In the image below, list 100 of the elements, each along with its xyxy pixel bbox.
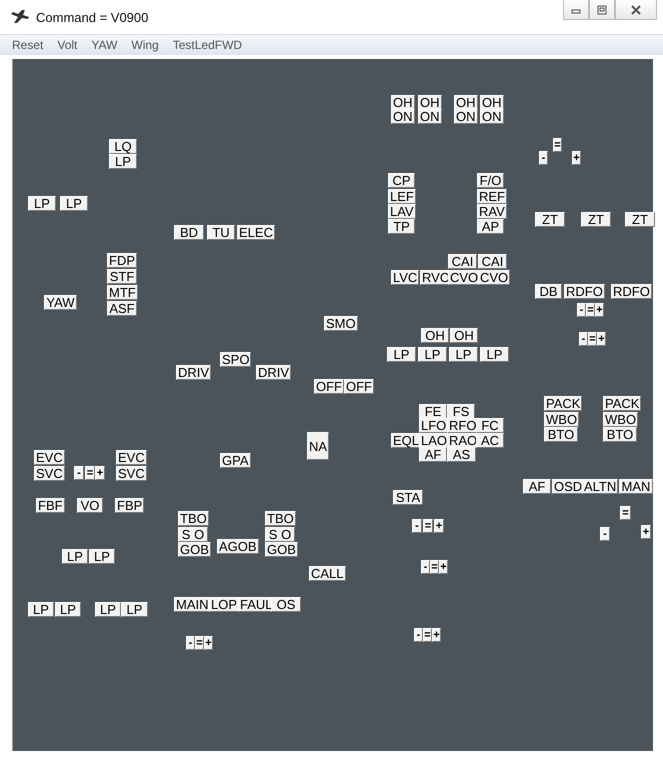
adjust-button[interactable]: = bbox=[586, 303, 595, 317]
adjust-button[interactable]: = bbox=[195, 636, 204, 650]
indicator-label: EVC bbox=[116, 450, 147, 465]
adjust-button[interactable]: + bbox=[434, 519, 444, 533]
menu-item[interactable]: Wing bbox=[127, 38, 165, 52]
indicator-label: OH bbox=[391, 95, 414, 110]
indicator-label: OH bbox=[421, 328, 449, 343]
indicator-label: CP bbox=[388, 173, 415, 188]
indicator-label: REF bbox=[477, 189, 507, 204]
indicator-label: LAV bbox=[388, 204, 416, 219]
adjust-button[interactable]: = bbox=[620, 506, 631, 520]
indicator-label: LP bbox=[480, 347, 509, 362]
indicator-label: OS bbox=[271, 597, 301, 612]
indicator-label: PACK bbox=[603, 396, 642, 411]
indicator-label: LP bbox=[55, 602, 81, 617]
indicator-label: ASF bbox=[107, 301, 137, 316]
indicator-label: FBF bbox=[36, 498, 65, 513]
adjust-button[interactable]: - bbox=[579, 332, 588, 346]
indicator-label: ZT bbox=[535, 212, 565, 227]
indicator-label: EQL bbox=[391, 433, 422, 448]
indicator-label: FDP bbox=[107, 253, 137, 268]
indicator-label: STF bbox=[107, 269, 137, 284]
adjust-button[interactable]: = bbox=[423, 628, 432, 642]
indicator-label: OH bbox=[450, 328, 478, 343]
adjust-button[interactable]: - bbox=[600, 527, 610, 541]
close-icon bbox=[630, 4, 642, 14]
indicator-label: ZT bbox=[581, 212, 611, 227]
minimize-button[interactable] bbox=[563, 0, 589, 20]
menu-item[interactable]: Reset bbox=[8, 38, 50, 52]
indicator-label: F/O bbox=[477, 173, 504, 188]
indicator-label: LP bbox=[449, 347, 478, 362]
indicator-label: ON bbox=[391, 109, 414, 124]
indicator-label: CAI bbox=[478, 254, 507, 269]
indicator-label: VO bbox=[77, 498, 103, 513]
adjust-button[interactable]: - bbox=[74, 466, 84, 480]
indicator-label: LEF bbox=[388, 189, 416, 204]
indicator-label: AF bbox=[419, 447, 447, 462]
indicator-label: RFO bbox=[447, 418, 478, 433]
adjust-button[interactable]: + bbox=[641, 525, 651, 539]
indicator-label: ON bbox=[418, 109, 442, 124]
indicator-label: ALTN bbox=[582, 479, 618, 494]
indicator-label: GOB bbox=[178, 542, 211, 557]
indicator-label: OFF bbox=[314, 379, 344, 394]
indicator-label: BTO bbox=[603, 427, 637, 442]
adjust-button[interactable]: = bbox=[588, 332, 597, 346]
menu-item[interactable]: Volt bbox=[53, 38, 84, 52]
adjust-button[interactable]: + bbox=[595, 303, 604, 317]
adjust-button[interactable]: = bbox=[553, 138, 562, 152]
indicator-label: SMO bbox=[324, 316, 358, 331]
menu-item[interactable]: YAW bbox=[87, 38, 124, 52]
adjust-button[interactable]: - bbox=[412, 519, 422, 533]
adjust-button[interactable]: + bbox=[432, 628, 441, 642]
indicator-label: TU bbox=[207, 225, 235, 240]
indicator-label: MAN bbox=[619, 479, 653, 494]
adjust-button[interactable]: + bbox=[439, 560, 448, 574]
adjust-button[interactable]: = bbox=[423, 519, 433, 533]
indicator-label: ON bbox=[480, 109, 504, 124]
adjust-button[interactable]: + bbox=[597, 332, 606, 346]
indicator-label: AS bbox=[447, 447, 476, 462]
indicator-label: LVC bbox=[391, 270, 420, 285]
adjust-button[interactable]: = bbox=[430, 560, 439, 574]
adjust-button[interactable]: - bbox=[421, 560, 430, 574]
indicator-label: GPA bbox=[220, 453, 250, 468]
indicator-label: LP bbox=[121, 602, 148, 617]
indicator-label: S O bbox=[265, 527, 295, 542]
indicator-label: SPO bbox=[220, 352, 252, 367]
airplane-icon bbox=[10, 9, 30, 25]
adjust-button[interactable]: - bbox=[414, 628, 423, 642]
adjust-button[interactable]: - bbox=[186, 636, 195, 650]
indicator-label: ON bbox=[454, 109, 478, 124]
indicator-label: RDFO bbox=[611, 284, 652, 299]
indicator-label: GOB bbox=[265, 542, 298, 557]
indicator-label: FS bbox=[447, 404, 475, 419]
close-button[interactable] bbox=[615, 0, 657, 20]
indicator-label: DRIV bbox=[256, 365, 292, 380]
indicator-label: WBO bbox=[544, 412, 580, 427]
indicator-label: LP bbox=[60, 196, 88, 211]
indicator-label: BTO bbox=[544, 427, 578, 442]
indicator-label: AGOB bbox=[217, 539, 259, 554]
indicator-label: WBO bbox=[603, 412, 638, 427]
indicator-label: TBO bbox=[265, 511, 296, 526]
adjust-button[interactable]: - bbox=[539, 151, 548, 165]
indicator-label: DRIV bbox=[176, 365, 212, 380]
indicator-label: MTF bbox=[107, 285, 138, 300]
indicator-label: AC bbox=[476, 433, 504, 448]
adjust-button[interactable]: = bbox=[85, 466, 95, 480]
indicator-label: LFO bbox=[419, 418, 448, 433]
indicator-label: YAW bbox=[44, 295, 77, 310]
maximize-icon bbox=[597, 4, 607, 14]
menu-item[interactable]: TestLedFWD bbox=[168, 38, 248, 52]
maximize-button[interactable] bbox=[589, 0, 615, 20]
indicator-label: LQ bbox=[109, 139, 137, 154]
indicator-label: RAV bbox=[477, 204, 507, 219]
indicator-label: AF bbox=[523, 479, 551, 494]
adjust-button[interactable]: + bbox=[204, 636, 213, 650]
adjust-button[interactable]: - bbox=[577, 303, 586, 317]
adjust-button[interactable]: + bbox=[572, 151, 581, 165]
indicator-label: TBO bbox=[178, 511, 209, 526]
indicator-label: SVC bbox=[116, 466, 147, 481]
adjust-button[interactable]: + bbox=[95, 466, 105, 480]
